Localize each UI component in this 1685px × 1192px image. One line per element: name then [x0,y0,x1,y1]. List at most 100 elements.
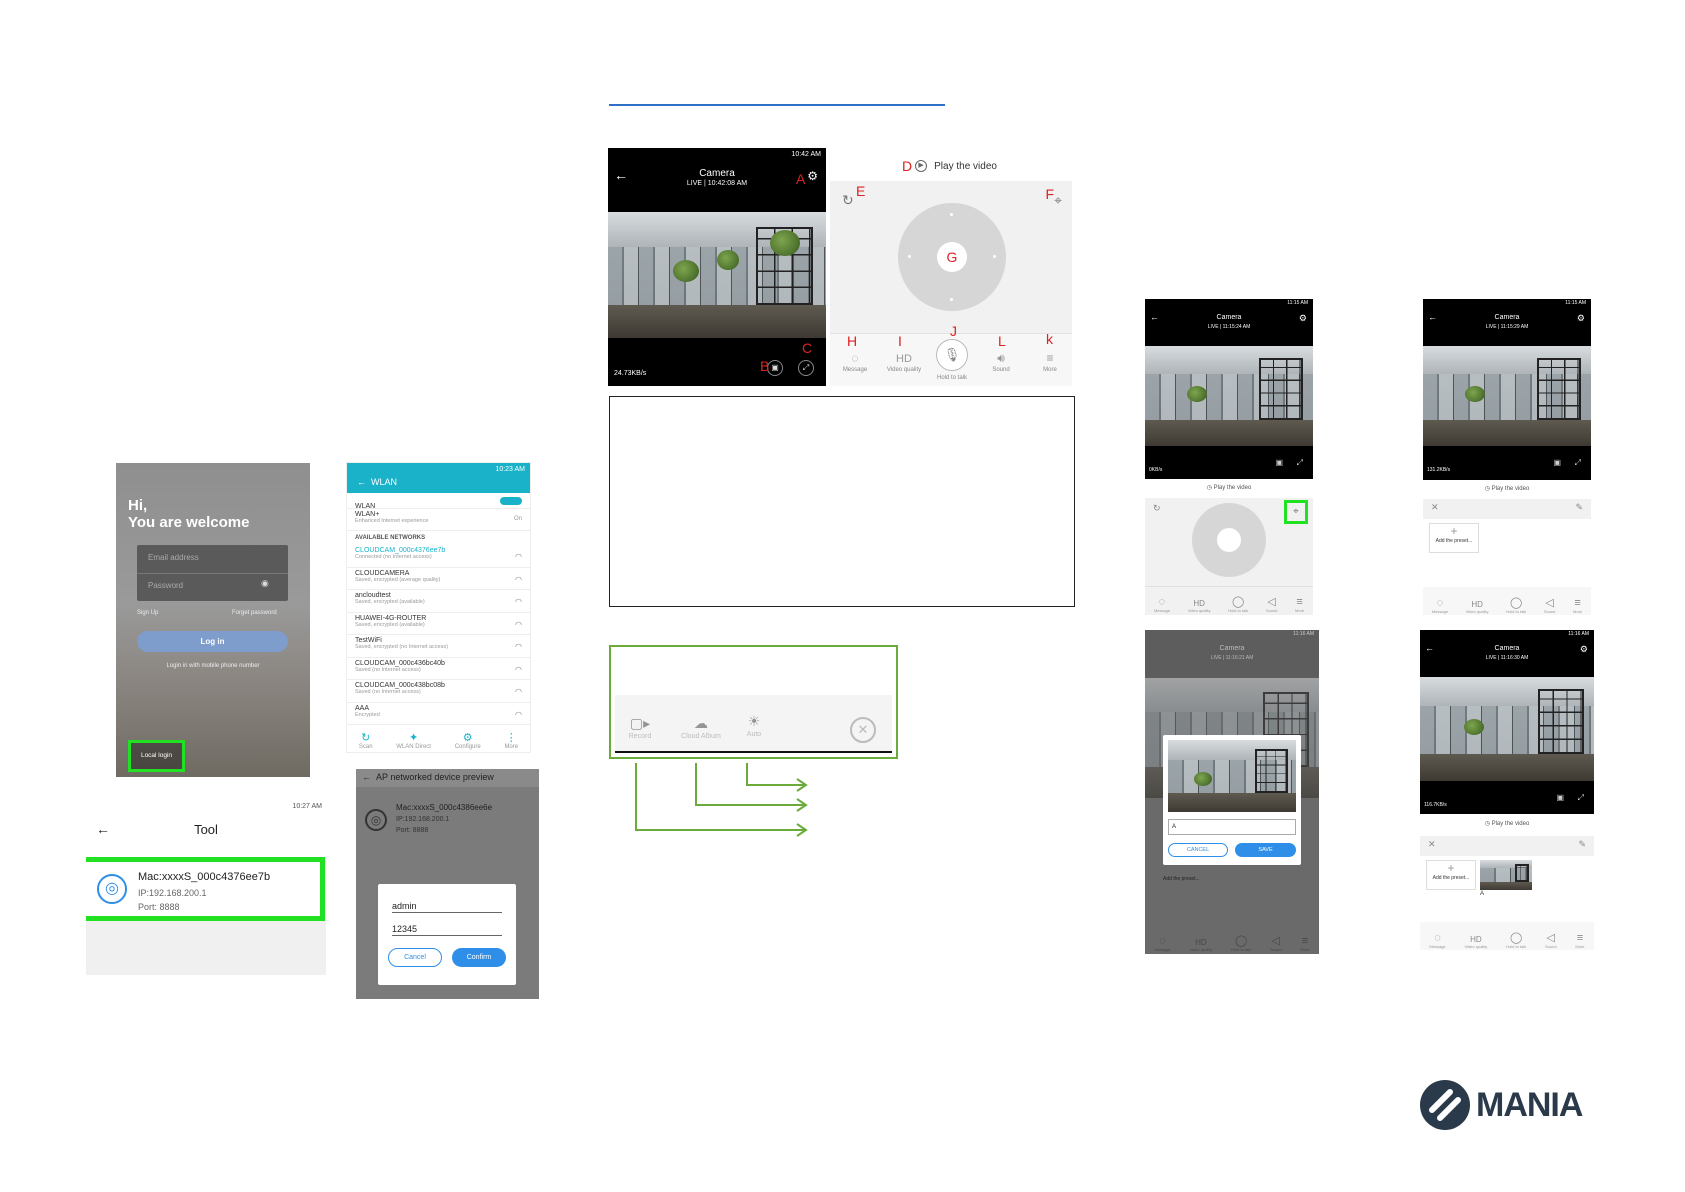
snapshot-camera-icon[interactable]: ▣ [1556,794,1564,802]
wlan-direct-button[interactable]: ✦ WLAN Direct [396,731,431,750]
snapshot-camera-icon[interactable]: ▣ [767,360,783,376]
more-menu-button[interactable]: ≡ More [1575,932,1584,950]
video-quality-button[interactable]: HD Video quality [1466,600,1489,615]
network-row[interactable]: TestWiFi Saved, encrypted (no Internet ac… [347,635,530,658]
fullscreen-icon[interactable]: ⤢ [1575,459,1581,467]
snapshot-camera-icon[interactable]: ▣ [1275,459,1283,467]
play-video-link[interactable]: D ▶ Play the video [902,158,997,174]
hold-to-talk-button[interactable]: ◯ Hold to talk [1506,931,1526,950]
fullscreen-icon[interactable]: ⤢ [798,360,814,376]
sign-up-link[interactable]: Sign Up [137,610,158,616]
back-arrow-icon[interactable]: ← [362,773,371,782]
wlan-toggle[interactable] [500,497,522,505]
hold-to-talk-button[interactable]: ◯ Hold to talk [1506,596,1526,615]
sound-button[interactable]: ◁ Sound [1270,934,1282,953]
message-button[interactable]: ◌ Message [1429,932,1445,950]
back-arrow-icon[interactable]: ← [96,822,110,836]
sound-button[interactable]: ◁ Sound [1266,595,1278,614]
wlan-plus[interactable]: WLAN+ [355,511,522,518]
settings-gear-icon[interactable]: ⚙ [1577,314,1585,323]
edit-icon[interactable]: ✎ [1578,840,1586,849]
preset-thumbnail[interactable] [1480,860,1532,890]
login-button[interactable]: Log in [137,631,288,652]
video-quality-button[interactable]: HD Video quality [1464,935,1487,950]
record-button[interactable]: ▢▸ Record [623,715,657,740]
network-row[interactable]: ancloudtest Saved, encrypted (available) ◠ [347,590,530,613]
camera-video-feed[interactable] [608,212,826,338]
settings-gear-icon[interactable]: ⚙ [1580,645,1588,654]
hold-to-talk-button[interactable]: ◯ Hold to talk [1228,595,1248,614]
sound-button[interactable]: ◁ Sound [1545,931,1557,950]
password-input[interactable]: 12345 [392,924,502,936]
preset-target-icon[interactable]: ⌖ [1284,500,1308,524]
more-button[interactable]: ⋮ More [504,731,518,750]
settings-gear-icon[interactable]: ⚙ [807,170,818,182]
message-button[interactable]: ◌ Message [1154,935,1170,953]
camera-video-feed[interactable] [1145,346,1313,446]
ptz-joystick[interactable]: G [898,203,1006,311]
preset-name-input[interactable]: A [1168,819,1296,835]
configure-button[interactable]: ⚙ Configure [455,731,481,750]
play-video-link[interactable]: ◷ Play the video [1145,479,1313,491]
preset-target-icon[interactable]: ⌖ [1054,193,1062,207]
more-menu-button[interactable]: ≡ More [1573,597,1582,615]
camera-video-feed[interactable] [1423,346,1591,446]
network-row[interactable]: CLOUDCAMERA Saved, encrypted (average qua… [347,568,530,590]
network-row[interactable]: AAA Encrypted ◠ [347,703,530,725]
confirm-button[interactable]: Confirm [452,948,506,967]
video-quality-button[interactable]: HD Video quality [1189,938,1212,953]
more-menu-button[interactable]: ≡ More [1295,596,1304,614]
login-screen: Hi, You are welcome Email address Passwo… [116,463,310,777]
hold-to-talk-button[interactable]: 🎙︎ [936,339,968,371]
close-icon[interactable]: ✕ [1428,840,1436,849]
play-video-link[interactable]: ◷ Play the video [1423,480,1591,492]
refresh-icon[interactable]: ↻ [1153,504,1161,513]
auto-button[interactable]: ☀ Auto [737,713,771,738]
more-menu-button[interactable]: ≡ More [1300,935,1309,953]
eye-icon[interactable]: ◉ [261,579,269,588]
close-circle-icon[interactable]: ✕ [850,717,876,743]
ptz-joystick[interactable] [1192,503,1266,577]
scan-button[interactable]: ↻ Scan [359,731,373,750]
network-row[interactable]: CLOUDCAM_000c438bc08b Saved (no Internet … [347,680,530,703]
message-button[interactable]: ◌ Message [1154,596,1170,614]
snapshot-camera-icon[interactable]: ▣ [1553,459,1561,467]
cancel-button[interactable]: CANCEL [1168,843,1228,857]
camera-icon: ◎ [97,874,127,904]
sound-button[interactable]: 🔊︎ Sound [986,349,1016,373]
settings-gear-icon[interactable]: ⚙ [1299,314,1307,323]
fullscreen-icon[interactable]: ⤢ [1578,794,1584,802]
network-row[interactable]: HUAWEI-4G-ROUTER Saved, encrypted (availa… [347,613,530,635]
play-video-link[interactable]: ◷ Play the video [1420,814,1594,827]
password-field[interactable]: Password [148,581,183,590]
hold-to-talk-button[interactable]: ◯ Hold to talk [1231,934,1251,953]
add-preset-button[interactable]: + Add the preset... [1429,523,1479,553]
more-menu-button[interactable]: ≡ More [1035,349,1065,373]
cloud-album-button[interactable]: ☁ Cloud Album [673,715,729,740]
mobile-login-link[interactable]: Login in with mobile phone number [116,663,310,669]
video-quality-button[interactable]: HD Video quality [1188,599,1211,614]
edit-icon[interactable]: ✎ [1575,503,1583,512]
network-row[interactable]: CLOUDCAM_000c436bc40b Saved (no Internet … [347,658,530,680]
back-arrow-icon[interactable]: ← [357,478,366,487]
hold-to-talk-label: Hold to talk [936,375,967,381]
camera-video-feed[interactable] [1420,677,1594,781]
forget-password-link[interactable]: Forget password [232,610,277,616]
add-preset-button[interactable]: + Add the preset... [1426,860,1476,890]
close-icon[interactable]: ✕ [1431,503,1439,512]
username-input[interactable]: admin [392,901,502,913]
message-button[interactable]: ◌ Message [840,349,870,373]
live-time: LIVE | 10:42:08 AM [686,180,748,187]
message-button[interactable]: ◌ Message [1432,597,1448,615]
cancel-button[interactable]: Cancel [388,948,442,967]
device-card[interactable]: ◎ Mac:xxxxS_000c4376ee7b IP:192.168.200.… [86,857,325,921]
refresh-icon[interactable]: ↻ [842,193,854,207]
network-row[interactable]: CLOUDCAM_000c4376ee7b Connected (no Inter… [347,545,530,568]
fullscreen-icon[interactable]: ⤢ [1297,459,1303,467]
local-login-button[interactable]: Local login [128,740,185,772]
sound-button[interactable]: ◁ Sound [1544,596,1556,615]
video-quality-button[interactable]: HD Video quality [884,349,924,373]
email-field[interactable]: Email address [148,553,199,562]
save-button[interactable]: SAVE [1235,843,1296,857]
preset-step-4-screen: 11:16 AM ← Camera LIVE | 11:16:30 AM ⚙ 1… [1420,630,1594,952]
